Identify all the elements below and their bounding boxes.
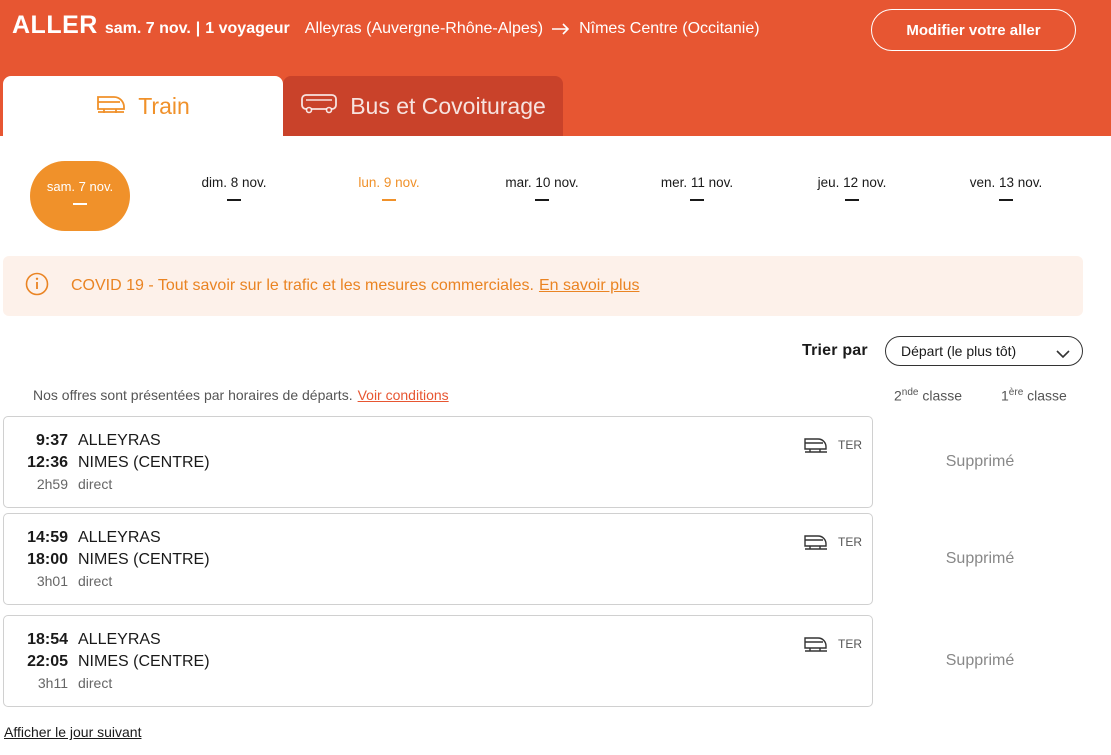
departure-time: 14:59: [27, 529, 68, 546]
price-placeholder: [690, 199, 704, 201]
price-placeholder: [73, 203, 87, 205]
fare-status: Supprimé: [945, 550, 1015, 567]
duration: 3h11: [37, 675, 68, 691]
connection-type: direct: [78, 476, 113, 492]
second-class-number: 2: [894, 387, 902, 404]
sort-label: Trier par: [802, 342, 868, 359]
arrival-time: 22:05: [27, 653, 68, 670]
second-class-suffix: nde: [901, 387, 919, 398]
date-option-thu-12[interactable]: jeu. 12 nov.: [782, 160, 922, 232]
duration: 2h59: [36, 476, 68, 492]
date-option-sat-7[interactable]: sam. 7 nov.: [30, 161, 130, 231]
date-option-sun-8[interactable]: dim. 8 nov.: [164, 160, 304, 232]
departure-time: 9:37: [35, 432, 68, 449]
date-label: dim. 8 nov.: [201, 175, 267, 190]
departure-station: ALLEYRAS: [78, 529, 161, 546]
train-icon: [804, 533, 828, 556]
fare-status: Supprimé: [945, 453, 1015, 470]
journey-card[interactable]: 18:54 ALLEYRAS 22:05 NIMES (CENTRE) 3h11…: [3, 615, 873, 707]
fare-status: Supprimé: [945, 652, 1015, 669]
arrival-station: NIMES (CENTRE): [78, 454, 210, 471]
second-class-word: classe: [922, 387, 963, 404]
trip-summary: ALLER sam. 7 nov. | 1 voyageur Alleyras …: [12, 11, 760, 45]
duration: 3h01: [36, 573, 68, 589]
journey-card[interactable]: 9:37 ALLEYRAS 12:36 NIMES (CENTRE) 2h59 …: [3, 416, 873, 508]
date-label: mer. 11 nov.: [660, 175, 734, 190]
first-class-word: classe: [1027, 387, 1067, 404]
departure-station: ALLEYRAS: [78, 432, 161, 449]
connection-type: direct: [78, 573, 113, 589]
arrival-station: NIMES (CENTRE): [78, 551, 210, 568]
trip-date: sam. 7 nov.: [104, 20, 191, 37]
sort-dropdown[interactable]: Départ (le plus tôt): [885, 336, 1083, 366]
arrival-time: 18:00: [27, 551, 68, 568]
train-icon: [804, 635, 828, 658]
origin-station: Alleyras (Auvergne-Rhône-Alpes): [304, 20, 544, 37]
price-placeholder: [845, 199, 859, 201]
second-class-header: 2nde classe: [894, 387, 962, 404]
learn-more-link[interactable]: En savoir plus: [539, 277, 640, 295]
arrow-right-icon: [552, 22, 570, 40]
date-label: ven. 13 nov.: [969, 175, 1043, 190]
price-placeholder: [535, 199, 549, 201]
info-icon: [25, 272, 49, 301]
train-icon: [96, 92, 138, 120]
price-placeholder: [382, 199, 396, 201]
price-placeholder: [999, 199, 1013, 201]
date-label: jeu. 12 nov.: [817, 175, 887, 190]
view-conditions-link[interactable]: Voir conditions: [358, 387, 449, 403]
separator: |: [195, 20, 201, 37]
train-type: TER: [838, 535, 862, 549]
arrival-station: NIMES (CENTRE): [78, 653, 210, 670]
date-label: mar. 10 nov.: [505, 175, 579, 190]
tab-bus-carpool[interactable]: Bus et Covoiturage: [283, 76, 563, 136]
covid-banner: COVID 19 - Tout savoir sur le trafic et …: [3, 256, 1083, 316]
date-option-tue-10[interactable]: mar. 10 nov.: [472, 160, 612, 232]
show-next-day-link[interactable]: Afficher le jour suivant: [4, 724, 141, 740]
date-label: lun. 9 nov.: [358, 175, 420, 190]
train-type: TER: [838, 637, 862, 651]
modify-outbound-button[interactable]: Modifier votre aller: [871, 9, 1076, 51]
destination-station: Nîmes Centre (Occitanie): [579, 20, 760, 37]
departure-station: ALLEYRAS: [78, 631, 161, 648]
tab-bus-label: Bus et Covoiturage: [350, 92, 546, 119]
offers-note: Nos offres sont présentées par horaires …: [33, 387, 449, 403]
first-class-number: 1: [1001, 387, 1009, 404]
journey-card[interactable]: 14:59 ALLEYRAS 18:00 NIMES (CENTRE) 3h01…: [3, 513, 873, 605]
date-selector: sam. 7 nov. dim. 8 nov. lun. 9 nov. mar.…: [0, 160, 1111, 232]
price-placeholder: [227, 199, 241, 201]
date-label: sam. 7 nov.: [46, 179, 114, 194]
tab-train[interactable]: Train: [3, 76, 283, 136]
passenger-count: 1 voyageur: [205, 20, 290, 37]
offers-note-text: Nos offres sont présentées par horaires …: [33, 387, 353, 403]
arrival-time: 12:36: [27, 454, 68, 471]
direction-label: ALLER: [12, 11, 98, 39]
date-option-fri-13[interactable]: ven. 13 nov.: [936, 160, 1076, 232]
header-bar: ALLER sam. 7 nov. | 1 voyageur Alleyras …: [0, 0, 1111, 136]
date-option-mon-9[interactable]: lun. 9 nov.: [319, 160, 459, 232]
date-option-wed-11[interactable]: mer. 11 nov.: [627, 160, 767, 232]
train-icon: [804, 436, 828, 459]
covid-text: COVID 19 - Tout savoir sur le trafic et …: [71, 277, 534, 294]
first-class-suffix: ère: [1008, 387, 1024, 398]
train-type: TER: [838, 438, 862, 452]
bus-car-icon: [300, 92, 350, 120]
chevron-down-icon: [1056, 346, 1070, 362]
tab-train-label: Train: [138, 92, 190, 119]
departure-time: 18:54: [27, 631, 68, 648]
sort-selected-value: Départ (le plus tôt): [901, 343, 1017, 359]
connection-type: direct: [78, 675, 113, 691]
first-class-header: 1ère classe: [1001, 387, 1067, 404]
